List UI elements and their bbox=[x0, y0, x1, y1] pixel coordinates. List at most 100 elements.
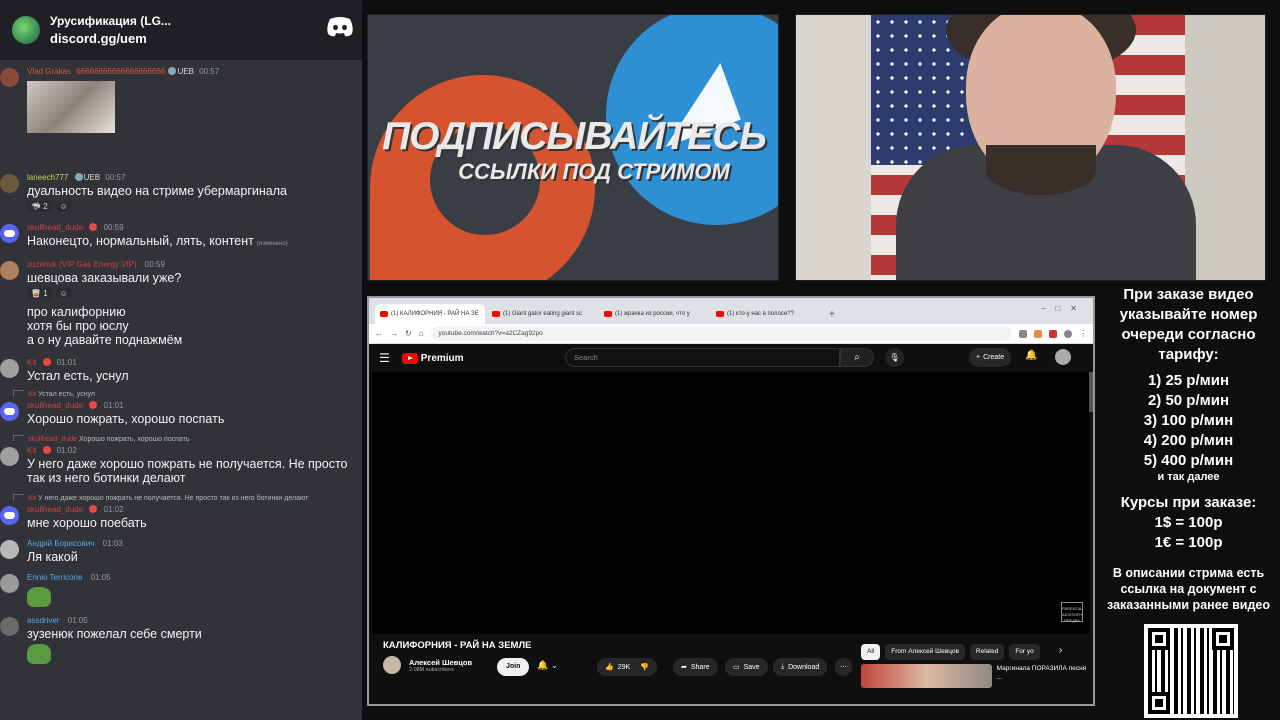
window-controls[interactable]: –□✕ bbox=[1041, 304, 1087, 313]
page-scrollbar[interactable] bbox=[1089, 372, 1093, 412]
add-reaction-icon[interactable]: ☺ bbox=[55, 288, 72, 299]
username[interactable]: zuzenuk (VIP Gas Energy VIP) bbox=[27, 260, 137, 269]
banner-subtitle: ССЫЛКИ ПОД СТРИМОМ bbox=[458, 159, 730, 184]
reply-preview[interactable]: Kit Устал есть, уснул bbox=[0, 389, 362, 400]
new-tab-button[interactable]: + bbox=[823, 309, 841, 324]
create-button[interactable]: + Create bbox=[969, 348, 1012, 367]
browser-window: (1) КАЛИФОРНИЯ - РАЙ НА ЗЕ (1) Giant gat… bbox=[367, 296, 1095, 706]
message-text: Наконецто, нормальный, лять, контент bbox=[27, 234, 254, 248]
recommended-video[interactable]: Маргинала ПОРАЗИЛА песня ... bbox=[861, 664, 1091, 694]
video-player[interactable]: PARENTAL ADVISORY ПРЕДВА bbox=[372, 372, 1089, 634]
add-reaction-icon[interactable]: ☺ bbox=[55, 201, 72, 212]
back-icon[interactable]: ← bbox=[375, 329, 383, 338]
rate-item: 4) 200 р/мин bbox=[1143, 432, 1234, 449]
extension-icon[interactable] bbox=[1019, 329, 1027, 338]
rate-item: 2) 50 р/мин bbox=[1147, 392, 1230, 409]
message-text: мне хорошо поебать bbox=[27, 516, 147, 530]
username[interactable]: assdriver bbox=[27, 616, 59, 625]
hamburger-menu-icon[interactable]: ☰ bbox=[379, 351, 390, 365]
like-button[interactable]: 👍 29K 👎 bbox=[597, 658, 657, 676]
role-icon bbox=[89, 505, 98, 513]
message-text: У него даже хорошо пожрать не получается… bbox=[27, 457, 348, 485]
channel-avatar[interactable] bbox=[383, 656, 401, 674]
username[interactable]: Андрій Борисович bbox=[27, 539, 94, 548]
browser-tab[interactable]: (1) Giant gator eating giant sc bbox=[487, 304, 597, 324]
browser-tab[interactable]: (1) кто-у нас в полосе?? bbox=[711, 304, 821, 324]
extension-icon[interactable] bbox=[1034, 329, 1042, 338]
username[interactable]: laneech777 bbox=[27, 173, 68, 182]
username[interactable]: skullhead_dude bbox=[27, 401, 83, 410]
browser-tab[interactable]: (1) КАЛИФОРНИЯ - РАЙ НА ЗЕ bbox=[375, 304, 485, 324]
chat-message: skullhead_dude 01:01 Хорошо пожрать, хор… bbox=[0, 400, 362, 426]
inline-text: 66666666666666666666 bbox=[76, 67, 166, 76]
message-text: шевцова заказывали уже? bbox=[27, 271, 182, 285]
role-icon bbox=[168, 67, 177, 75]
channel-info[interactable]: Алексей Шевцов 2.08M subscribers bbox=[383, 656, 472, 674]
recommended-title[interactable]: Маргинала ПОРАЗИЛА песня ... bbox=[997, 664, 1091, 694]
sticker-image[interactable] bbox=[27, 587, 51, 607]
user-avatar bbox=[0, 174, 19, 193]
share-button[interactable]: ➦ Share bbox=[673, 658, 718, 676]
share-icon: ➦ bbox=[681, 664, 687, 671]
reload-icon[interactable]: ↻ bbox=[405, 329, 412, 338]
recommended-thumbnail[interactable] bbox=[861, 664, 992, 688]
more-actions-button[interactable]: ⋯ bbox=[835, 658, 852, 676]
chip-for-you[interactable]: For yo bbox=[1009, 644, 1040, 660]
recommendation-chips: All From Алексей Шевцов Related For yo bbox=[861, 644, 1040, 660]
chip-related[interactable]: Related bbox=[969, 644, 1005, 660]
parental-advisory-watermark: PARENTAL ADVISORY ПРЕДВА bbox=[1061, 602, 1083, 623]
url-input[interactable]: youtube.com/watch?v=a2CZag92po bbox=[430, 326, 1012, 341]
user-avatar bbox=[0, 261, 19, 280]
join-button[interactable]: Join bbox=[497, 658, 530, 676]
account-avatar[interactable] bbox=[1055, 349, 1071, 365]
search-input[interactable]: Search bbox=[565, 348, 840, 367]
subscriber-count: 2.08M subscribers bbox=[409, 666, 454, 673]
message-text: а о ну давайте поднажмём bbox=[27, 333, 183, 347]
youtube-header: ☰ Premium Search ⌕ 🎙 + Create 🔔 bbox=[369, 344, 1093, 372]
role-tag: UEB bbox=[177, 67, 194, 76]
message-list[interactable]: Vlad Grakas 66666666666666666666 UEB 00:… bbox=[0, 66, 362, 668]
banner-title: ПОДПИСЫВАЙТЕСЬ bbox=[382, 115, 767, 158]
browser-tab[interactable]: (1) жрачка из россии, что у bbox=[599, 304, 709, 324]
username[interactable]: Vlad Grakas bbox=[27, 67, 71, 76]
username[interactable]: skullhead_dude bbox=[27, 505, 83, 514]
role-icon bbox=[74, 173, 83, 181]
youtube-logo[interactable]: Premium bbox=[401, 352, 464, 364]
chip-from-channel[interactable]: From Алексей Шевцов bbox=[885, 644, 965, 660]
username[interactable]: Ennio Terricone bbox=[27, 573, 82, 582]
timestamp: 00:59 bbox=[103, 223, 124, 232]
microphone-icon[interactable]: 🎙 bbox=[885, 348, 904, 367]
username[interactable]: skullhead_dude bbox=[27, 223, 83, 232]
exchange-rates: Курсы при заказе: 1$ = 100р 1€ = 100р bbox=[1097, 493, 1280, 553]
reaction-chip[interactable]: 🥃 1 bbox=[27, 288, 52, 299]
username[interactable]: Kit bbox=[27, 358, 36, 367]
discord-chat-panel: Урусификация (LG... discord.gg/uem Vlad … bbox=[0, 0, 362, 720]
chevron-right-icon[interactable]: › bbox=[1059, 645, 1062, 656]
youtube-page: ☰ Premium Search ⌕ 🎙 + Create 🔔 PARENTAL … bbox=[369, 344, 1093, 704]
attached-image[interactable] bbox=[27, 81, 115, 133]
sticker-image[interactable] bbox=[27, 644, 51, 664]
user-avatar bbox=[0, 224, 19, 243]
reaction-chip[interactable]: 🦈 2 bbox=[27, 201, 52, 212]
notifications-icon[interactable]: 🔔 bbox=[1025, 350, 1037, 361]
reply-preview[interactable]: Kit У него даже хорошо пожрать не получа… bbox=[0, 493, 362, 504]
home-icon[interactable]: ⌂ bbox=[419, 329, 424, 338]
forward-icon[interactable]: → bbox=[390, 329, 398, 338]
timestamp: 00:57 bbox=[199, 67, 220, 76]
tab-strip: (1) КАЛИФОРНИЯ - РАЙ НА ЗЕ (1) Giant gat… bbox=[369, 298, 1093, 324]
subscription-bell-icon[interactable]: 🔔 ⌄ bbox=[537, 660, 558, 671]
reply-preview[interactable]: skullhead_dude Хорошо пожрать, хорошо по… bbox=[0, 434, 362, 445]
timestamp: 00:59 bbox=[144, 260, 165, 269]
username[interactable]: Kit bbox=[27, 446, 36, 455]
search-icon[interactable]: ⌕ bbox=[840, 348, 874, 367]
download-button[interactable]: ⤓ Download bbox=[773, 658, 828, 676]
channel-name[interactable]: Алексей Шевцов bbox=[409, 658, 472, 667]
subscribe-banner: ПОДПИСЫВАЙТЕСЬ ССЫЛКИ ПОД СТРИМОМ bbox=[367, 14, 779, 281]
chip-all[interactable]: All bbox=[861, 644, 881, 660]
more-menu-icon[interactable]: ⋮ bbox=[1079, 329, 1087, 338]
profile-icon[interactable] bbox=[1064, 329, 1072, 338]
extension-icon[interactable] bbox=[1049, 329, 1057, 338]
save-button[interactable]: ▭ Save bbox=[725, 658, 768, 676]
plus-icon: + bbox=[976, 354, 981, 361]
message-text: Хорошо пожрать, хорошо поспать bbox=[27, 412, 225, 426]
